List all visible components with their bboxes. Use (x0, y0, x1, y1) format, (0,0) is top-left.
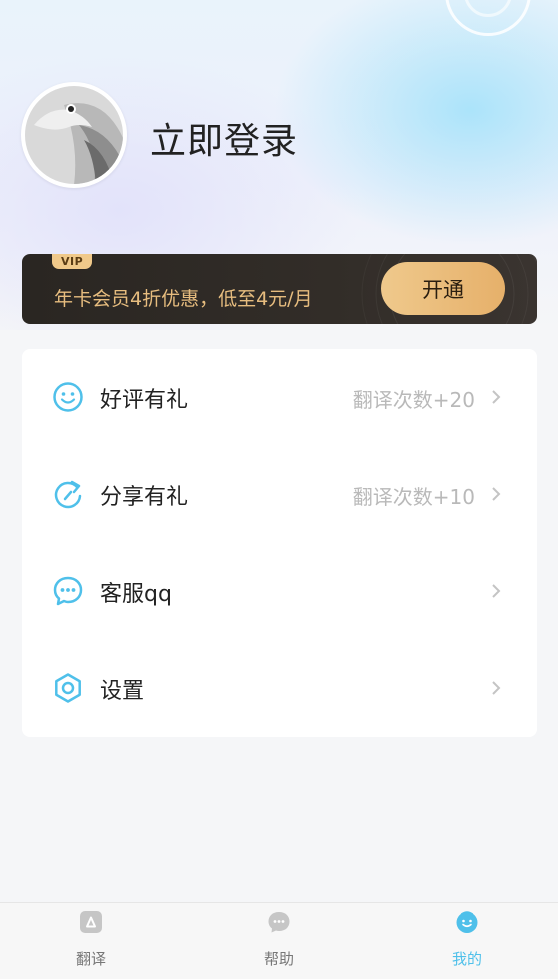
login-button[interactable]: 立即登录 (150, 112, 298, 164)
tab-label: 翻译 (75, 950, 106, 968)
parrot-avatar-icon (25, 86, 123, 184)
bottom-tab-bar: 翻译 帮助 我的 (0, 902, 558, 979)
chevron-right-icon (492, 681, 501, 695)
profile-face-icon (456, 911, 478, 933)
tab-mine[interactable]: 我的 (407, 903, 527, 979)
smile-icon (53, 382, 83, 412)
menu-item-label: 分享有礼 (100, 485, 189, 510)
chevron-right-icon (492, 390, 501, 404)
vip-banner[interactable]: VIP 年卡会员4折优惠，低至4元/月 开通 (22, 254, 537, 324)
avatar[interactable] (21, 82, 127, 188)
menu-item-hint: 翻译次数+10 (352, 485, 475, 509)
tab-translate[interactable]: 翻译 (31, 903, 151, 979)
chevron-right-icon (492, 584, 501, 598)
tab-label: 帮助 (263, 950, 294, 968)
menu-item-settings[interactable]: 设置 (22, 640, 537, 737)
menu-item-label: 好评有礼 (100, 388, 189, 413)
chevron-right-icon (492, 487, 501, 501)
chat-bubble-icon (53, 576, 83, 606)
decorative-ring (445, 0, 531, 36)
vip-promo-text: 年卡会员4折优惠，低至4元/月 (54, 288, 313, 310)
vip-badge: VIP (52, 254, 93, 269)
share-icon (54, 480, 82, 509)
menu-item-share[interactable]: 分享有礼 翻译次数+10 (22, 446, 537, 543)
gear-icon (55, 673, 81, 703)
menu-item-label: 设置 (100, 679, 145, 704)
menu-card: 好评有礼 翻译次数+20 分享有礼 翻译次数+10 客服qq 设置 (22, 349, 537, 737)
vip-open-button[interactable]: 开通 (381, 262, 505, 315)
menu-item-customer-service[interactable]: 客服qq (22, 543, 537, 640)
help-chat-icon (268, 912, 290, 933)
menu-item-good-review[interactable]: 好评有礼 翻译次数+20 (22, 349, 537, 446)
menu-item-label: 客服qq (100, 582, 172, 607)
translate-icon (80, 911, 102, 933)
tab-label: 我的 (451, 950, 482, 968)
tab-help[interactable]: 帮助 (219, 903, 339, 979)
menu-item-hint: 翻译次数+20 (352, 388, 475, 412)
